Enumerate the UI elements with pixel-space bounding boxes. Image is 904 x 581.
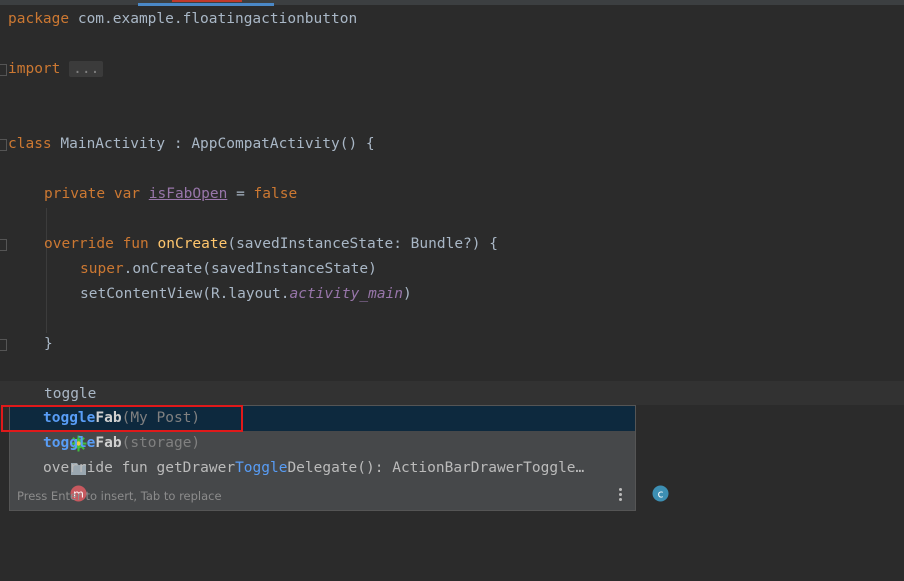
code-line-super[interactable]: super.onCreate(savedInstanceState): [80, 258, 377, 280]
svg-text:c: c: [658, 488, 664, 501]
selection-highlight-box: [1, 405, 243, 432]
editor-tab-bar: [0, 0, 904, 5]
fold-marker-oncreate-end[interactable]: [0, 339, 7, 351]
fold-marker-class[interactable]: [0, 139, 7, 151]
code-line-package[interactable]: package com.example.floatingactionbutton: [8, 8, 357, 30]
active-tab-underline[interactable]: [138, 3, 274, 6]
code-line-import[interactable]: import ...: [8, 58, 104, 80]
completion-item-getdrawertoggledelegate[interactable]: m override fun getDrawerToggleDelegate()…: [10, 456, 669, 502]
code-line-typing[interactable]: toggle: [44, 383, 96, 405]
code-line-property[interactable]: private var isFabOpen = false: [44, 183, 297, 205]
completion-item-togglefab-storage[interactable]: toggleFab(storage): [10, 431, 635, 475]
indent-guide: [46, 208, 47, 333]
current-line-highlight: [0, 381, 904, 405]
fold-marker-import[interactable]: [0, 64, 7, 76]
completion-hint: Press Enter to insert, Tab to replace: [17, 489, 222, 503]
code-line-setcontentview[interactable]: setContentView(R.layout.activity_main): [80, 283, 412, 305]
tab-indicator-red: [172, 0, 242, 2]
code-line-oncreate[interactable]: override fun onCreate(savedInstanceState…: [44, 233, 498, 255]
fold-marker-oncreate[interactable]: [0, 239, 7, 251]
code-line-close-brace[interactable]: }: [44, 333, 53, 355]
folded-imports[interactable]: ...: [69, 61, 104, 77]
class-badge-icon: c: [600, 460, 669, 502]
completion-text: override fun getDrawerToggleDelegate(): …: [43, 460, 585, 476]
more-options-icon[interactable]: [619, 488, 623, 504]
folder-icon: [18, 435, 87, 475]
method-icon: m: [18, 460, 87, 502]
code-line-class[interactable]: class MainActivity : AppCompatActivity()…: [8, 133, 375, 155]
completion-text: toggleFab(storage): [43, 435, 201, 451]
